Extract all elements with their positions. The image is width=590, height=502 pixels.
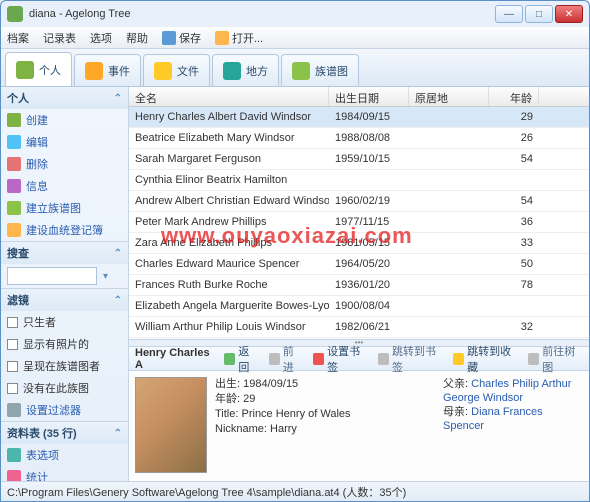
- filter-icon: [7, 403, 21, 417]
- tab-event[interactable]: 事件: [74, 54, 141, 86]
- table-row[interactable]: Peter Mark Andrew Phillips1977/11/1536: [129, 212, 589, 233]
- menu-option[interactable]: 选项: [90, 30, 112, 46]
- person-photo[interactable]: [135, 377, 207, 473]
- star-icon: [453, 353, 464, 365]
- open-button[interactable]: 打开...: [215, 30, 263, 46]
- forward-icon: [269, 353, 280, 365]
- sidebar-create[interactable]: 创建: [1, 109, 128, 131]
- back-icon: [224, 353, 235, 365]
- table-row[interactable]: Frances Ruth Burke Roche1936/01/2078: [129, 275, 589, 296]
- edit-icon: [7, 135, 21, 149]
- titlebar: diana - Agelong Tree — □ ✕: [1, 1, 589, 27]
- main-tabs: 个人 事件 文件 地方 族谱图: [1, 49, 589, 87]
- place-icon: [223, 62, 241, 80]
- sidebar-head-person[interactable]: 个人⌃: [1, 87, 128, 109]
- window-title: diana - Agelong Tree: [29, 8, 495, 20]
- nav-back[interactable]: 返回: [224, 343, 258, 375]
- menu-file[interactable]: 档案: [7, 30, 29, 46]
- col-dob[interactable]: 出生日期: [329, 87, 409, 106]
- table-header: 全名 出生日期 原居地 年龄: [129, 87, 589, 107]
- table-row[interactable]: Beatrice Elizabeth Mary Windsor1988/08/0…: [129, 128, 589, 149]
- tab-person[interactable]: 个人: [5, 52, 72, 86]
- statusbar: C:\Program Files\Genery Software\Agelong…: [1, 481, 589, 501]
- nav-favorite[interactable]: 跳转到收藏: [453, 343, 518, 375]
- table-row[interactable]: Zara Anne Elizabeth Phillips1981/05/1533: [129, 233, 589, 254]
- checkbox[interactable]: [7, 317, 18, 328]
- bookmark-icon: [313, 353, 324, 365]
- chevron-up-icon: ⌃: [114, 295, 122, 306]
- sidebar-delete[interactable]: 删除: [1, 153, 128, 175]
- person-icon: [16, 61, 34, 79]
- chevron-up-icon: ⌃: [114, 428, 122, 439]
- main-panel: 全名 出生日期 原居地 年龄 Henry Charles Albert Davi…: [129, 87, 589, 483]
- nav-bookmark[interactable]: 设置书签: [313, 343, 368, 375]
- table-body: Henry Charles Albert David Windsor1984/0…: [129, 107, 589, 339]
- tab-file[interactable]: 文件: [143, 54, 210, 86]
- gear-icon: [7, 448, 21, 462]
- nav-tree[interactable]: 前往树图: [528, 343, 583, 375]
- sidebar-info[interactable]: 信息: [1, 175, 128, 197]
- sidebar: 个人⌃ 创建 编辑 删除 信息 建立族谱图 建设血统登记簿 搜查⌃ ▾ 滤镜⌃ …: [1, 87, 129, 483]
- filter-alive[interactable]: 只生者: [1, 311, 128, 333]
- sidebar-head-filter[interactable]: 滤镜⌃: [1, 289, 128, 311]
- chevron-down-icon[interactable]: ▾: [103, 271, 108, 282]
- info-icon: [7, 179, 21, 193]
- app-icon: [7, 6, 23, 22]
- close-button[interactable]: ✕: [555, 5, 583, 23]
- menubar: 档案 记录表 选项 帮助 保存 打开...: [1, 27, 589, 49]
- filter-in-tree[interactable]: 呈现在族谱图者: [1, 355, 128, 377]
- sidebar-build-tree[interactable]: 建立族谱图: [1, 197, 128, 219]
- detail-panel: Henry Charles A 返回 前进 设置书签 跳转到书签 跳转到收藏 前…: [129, 347, 589, 483]
- filter-photo[interactable]: 显示有照片的: [1, 333, 128, 355]
- bookmark-goto-icon: [378, 353, 389, 365]
- delete-icon: [7, 157, 21, 171]
- table-row[interactable]: Elizabeth Angela Marguerite Bowes-Lyon19…: [129, 296, 589, 317]
- col-name[interactable]: 全名: [129, 87, 329, 106]
- table-row[interactable]: Cynthia Elinor Beatrix Hamilton: [129, 170, 589, 191]
- minimize-button[interactable]: —: [495, 5, 523, 23]
- filter-not-tree[interactable]: 没有在此族图: [1, 377, 128, 399]
- tree-goto-icon: [528, 353, 539, 365]
- person-info: 出生: 1984/09/15 年龄: 29 Title: Prince Henr…: [215, 377, 435, 477]
- tree-icon: [292, 62, 310, 80]
- col-age[interactable]: 年龄: [489, 87, 539, 106]
- nav-goto-bookmark[interactable]: 跳转到书签: [378, 343, 443, 375]
- checkbox[interactable]: [7, 383, 18, 394]
- table-row[interactable]: Charles Edward Maurice Spencer1964/05/20…: [129, 254, 589, 275]
- file-icon: [154, 62, 172, 80]
- sidebar-head-search[interactable]: 搜查⌃: [1, 242, 128, 264]
- chevron-up-icon: ⌃: [114, 248, 122, 259]
- chevron-up-icon: ⌃: [114, 93, 122, 104]
- menu-help[interactable]: 帮助: [126, 30, 148, 46]
- sidebar-table-opts[interactable]: 表选项: [1, 444, 128, 466]
- menu-record[interactable]: 记录表: [43, 30, 76, 46]
- search-input[interactable]: [7, 267, 97, 285]
- nav-forward[interactable]: 前进: [269, 343, 303, 375]
- filter-setup[interactable]: 设置过滤器: [1, 399, 128, 421]
- tab-tree[interactable]: 族谱图: [281, 54, 359, 86]
- table-row[interactable]: Sarah Margaret Ferguson1959/10/1554: [129, 149, 589, 170]
- event-icon: [85, 62, 103, 80]
- save-button[interactable]: 保存: [162, 30, 201, 46]
- maximize-button[interactable]: □: [525, 5, 553, 23]
- parents-info: 父亲: Charles Philip Arthur George Windsor…: [443, 377, 583, 477]
- sidebar-pedigree[interactable]: 建设血统登记簿: [1, 219, 128, 241]
- table-row[interactable]: Henry Charles Albert David Windsor1984/0…: [129, 107, 589, 128]
- app-window: diana - Agelong Tree — □ ✕ 档案 记录表 选项 帮助 …: [0, 0, 590, 502]
- save-icon: [162, 31, 176, 45]
- table-row[interactable]: William Arthur Philip Louis Windsor1982/…: [129, 317, 589, 338]
- sidebar-head-data[interactable]: 资料表 (35 行)⌃: [1, 422, 128, 444]
- sidebar-edit[interactable]: 编辑: [1, 131, 128, 153]
- col-origin[interactable]: 原居地: [409, 87, 489, 106]
- table-row[interactable]: Andrew Albert Christian Edward Windsor19…: [129, 191, 589, 212]
- detail-name: Henry Charles A: [135, 347, 214, 371]
- book-icon: [7, 223, 21, 237]
- detail-toolbar: Henry Charles A 返回 前进 设置书签 跳转到书签 跳转到收藏 前…: [129, 347, 589, 371]
- tree-icon: [7, 201, 21, 215]
- checkbox[interactable]: [7, 339, 18, 350]
- plus-icon: [7, 113, 21, 127]
- tab-place[interactable]: 地方: [212, 54, 279, 86]
- open-icon: [215, 31, 229, 45]
- checkbox[interactable]: [7, 361, 18, 372]
